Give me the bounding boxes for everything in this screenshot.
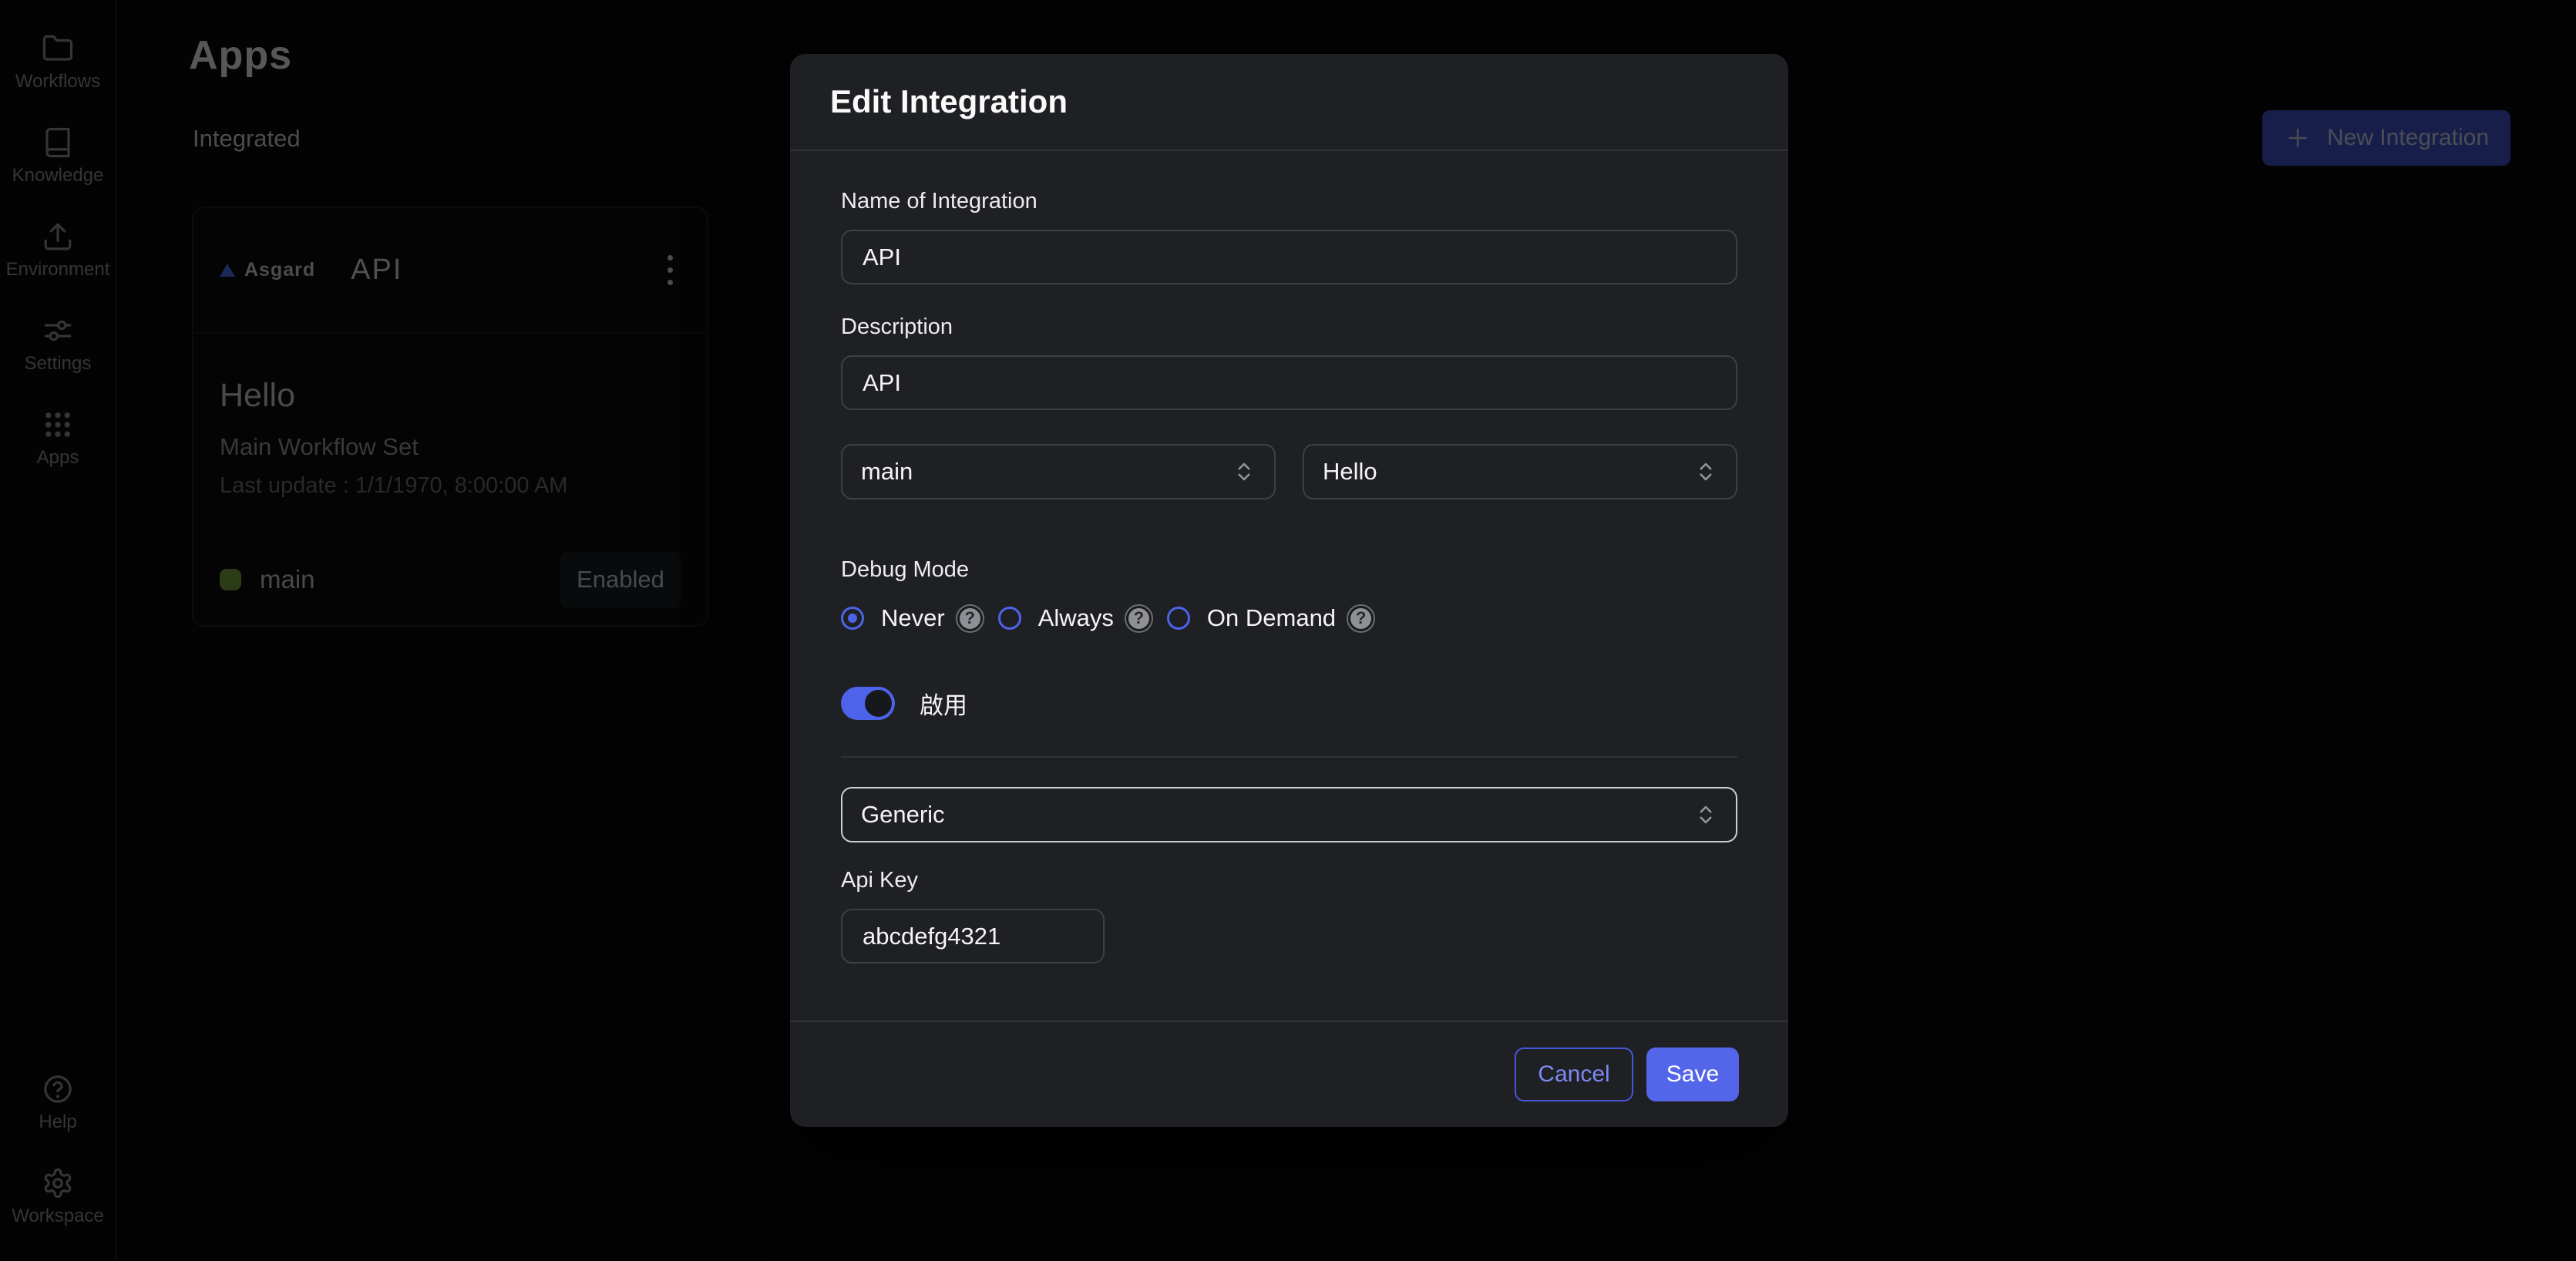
chevrons-up-down-icon: [1694, 460, 1717, 483]
radio-never-label: Never: [881, 604, 945, 632]
enable-label: 啟用: [920, 686, 967, 721]
edit-integration-modal: Edit Integration Name of Integration Des…: [790, 54, 1788, 1127]
debug-mode-label: Debug Mode: [841, 557, 1737, 583]
chevrons-up-down-icon: [1694, 803, 1717, 826]
radio-on-demand-label: On Demand: [1207, 604, 1336, 632]
name-label: Name of Integration: [841, 188, 1737, 214]
radio-always-label: Always: [1038, 604, 1114, 632]
section-divider: [841, 756, 1737, 758]
enable-toggle[interactable]: [841, 687, 895, 720]
description-input[interactable]: [841, 355, 1737, 410]
modal-footer: Cancel Save: [790, 1021, 1788, 1127]
modal-title: Edit Integration: [830, 83, 1068, 120]
help-circle-icon[interactable]: ?: [957, 606, 983, 631]
help-circle-icon[interactable]: ?: [1126, 606, 1152, 631]
workflow-select-value: Hello: [1323, 458, 1377, 486]
radio-always[interactable]: [998, 607, 1021, 630]
chevrons-up-down-icon: [1233, 460, 1256, 483]
description-label: Description: [841, 314, 1737, 340]
type-select-value: Generic: [861, 801, 945, 829]
cancel-button[interactable]: Cancel: [1515, 1047, 1633, 1101]
modal-header: Edit Integration: [790, 54, 1788, 151]
name-input[interactable]: [841, 230, 1737, 284]
save-button[interactable]: Save: [1646, 1047, 1739, 1101]
select-row: main Hello: [841, 444, 1737, 499]
debug-mode-radio-group: Never ? Always ? On Demand ?: [841, 604, 1737, 632]
api-key-input[interactable]: [841, 909, 1105, 963]
radio-on-demand[interactable]: [1167, 607, 1190, 630]
help-circle-icon[interactable]: ?: [1348, 606, 1374, 631]
api-key-label: Api Key: [841, 867, 1737, 893]
branch-select[interactable]: main: [841, 444, 1276, 499]
radio-never[interactable]: [841, 607, 864, 630]
modal-body: Name of Integration Description main Hel…: [790, 151, 1788, 1021]
branch-select-value: main: [861, 458, 913, 486]
toggle-knob: [865, 690, 892, 717]
type-select[interactable]: Generic: [841, 787, 1737, 842]
workflow-select[interactable]: Hello: [1303, 444, 1737, 499]
enable-toggle-row: 啟用: [841, 686, 1737, 721]
